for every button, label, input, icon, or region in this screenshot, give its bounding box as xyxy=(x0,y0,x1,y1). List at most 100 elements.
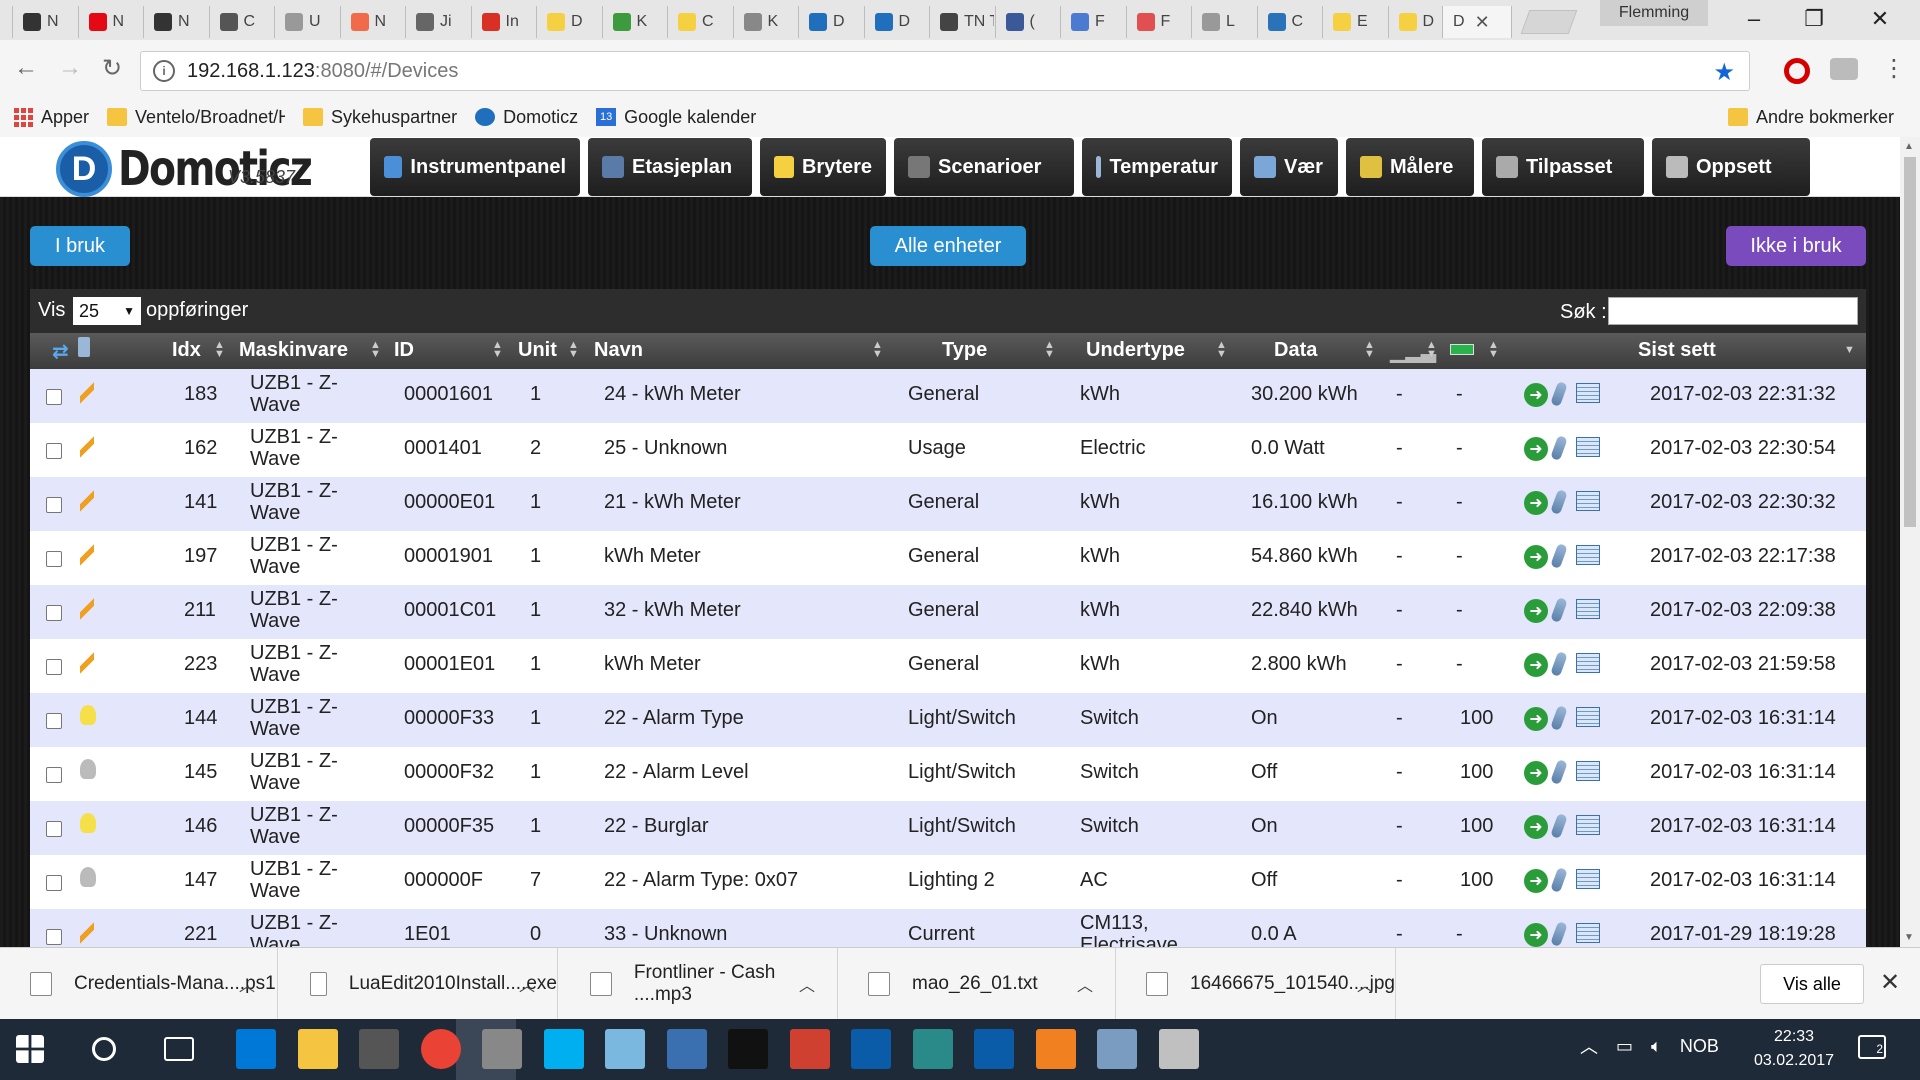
taskbar-app-icon[interactable] xyxy=(543,1029,584,1069)
col-unit[interactable]: Unit xyxy=(518,339,557,362)
bookmark-sykehuspartner[interactable]: Sykehuspartner xyxy=(303,107,457,128)
taskbar-app-icon[interactable] xyxy=(359,1029,399,1069)
browser-tab[interactable]: TN T xyxy=(929,6,994,38)
chevron-up-icon[interactable]: ︿ xyxy=(519,972,535,996)
show-all-downloads-button[interactable]: Vis alle xyxy=(1760,964,1864,1004)
row-checkbox[interactable] xyxy=(46,389,62,405)
edit-icon[interactable] xyxy=(1550,921,1568,947)
col-hardware[interactable]: Maskinvare xyxy=(239,339,348,362)
row-checkbox[interactable] xyxy=(46,875,62,891)
battery-icon[interactable] xyxy=(1450,344,1474,355)
page-scrollbar[interactable]: ▲ ▼ xyxy=(1900,137,1920,947)
opera-extension-icon[interactable] xyxy=(1784,58,1810,84)
nav-floorplan[interactable]: Etasjeplan xyxy=(588,138,752,196)
col-id[interactable]: ID xyxy=(394,339,414,362)
taskbar-app-icon[interactable] xyxy=(1035,1029,1076,1069)
search-icon[interactable] xyxy=(92,1037,116,1061)
edit-icon[interactable] xyxy=(1550,651,1568,677)
camera-extension-icon[interactable] xyxy=(1830,58,1858,80)
browser-tab[interactable]: N xyxy=(12,6,77,38)
download-item[interactable]: 16466675_101540....jpg ︿ xyxy=(1116,948,1396,1020)
log-icon[interactable] xyxy=(1576,815,1600,835)
browser-tab[interactable]: Ji xyxy=(405,6,470,38)
col-idx[interactable]: Idx xyxy=(172,339,201,362)
browser-tab[interactable]: K xyxy=(601,6,667,38)
browser-tab[interactable]: K xyxy=(732,6,798,38)
go-icon[interactable]: ➜ xyxy=(1524,491,1548,515)
browser-tab[interactable]: N xyxy=(77,6,143,38)
go-icon[interactable]: ➜ xyxy=(1524,383,1548,407)
close-window-icon[interactable]: ✕ xyxy=(1850,6,1910,32)
browser-tab[interactable]: C xyxy=(1256,6,1322,38)
log-icon[interactable] xyxy=(1576,869,1600,889)
nav-dashboard[interactable]: Instrumentpanel xyxy=(370,138,580,196)
col-type[interactable]: Type xyxy=(942,339,987,362)
browser-tab[interactable]: In xyxy=(470,6,536,38)
row-checkbox[interactable] xyxy=(46,929,62,945)
row-checkbox[interactable] xyxy=(46,497,62,513)
domoticz-logo[interactable]: D Domoticz xyxy=(56,141,354,197)
row-checkbox[interactable] xyxy=(46,821,62,837)
taskbar-app-icon[interactable] xyxy=(1097,1029,1137,1069)
bookmark-other[interactable]: Andre bokmerker xyxy=(1727,107,1894,128)
table-row[interactable]: 162 UZB1 - Z- Wave 0001401 2 25 - Unknown Usag… xyxy=(30,423,1866,477)
log-icon[interactable] xyxy=(1576,923,1600,943)
site-info-icon[interactable]: i xyxy=(153,60,175,82)
nav-thermometer[interactable]: Temperatur xyxy=(1082,138,1232,196)
taskbar-app-icon[interactable] xyxy=(236,1029,276,1069)
edit-icon[interactable] xyxy=(1550,813,1568,839)
chevron-up-icon[interactable]: ︿ xyxy=(239,972,255,996)
minimize-icon[interactable]: – xyxy=(1724,6,1784,32)
edit-icon[interactable] xyxy=(1550,543,1568,569)
bookmark-google-calendar[interactable]: 13 Google kalender xyxy=(596,107,756,128)
download-item[interactable]: LuaEdit2010Install....exe ︿ xyxy=(280,948,558,1020)
forward-icon[interactable]: → xyxy=(54,54,86,82)
edit-icon[interactable] xyxy=(1550,597,1568,623)
close-tab-icon[interactable]: ✕ xyxy=(1475,12,1490,33)
url-bar[interactable]: i 192.168.1.123:8080/#/Devices ★ xyxy=(140,51,1750,91)
log-icon[interactable] xyxy=(1576,491,1600,511)
tab-domoticz-active[interactable]: D ✕ xyxy=(1442,6,1512,38)
log-icon[interactable] xyxy=(1576,653,1600,673)
edit-icon[interactable] xyxy=(1550,705,1568,731)
notifications-icon[interactable]: 2 xyxy=(1858,1035,1886,1059)
go-icon[interactable]: ➜ xyxy=(1524,545,1548,569)
table-row[interactable]: 146 UZB1 - Z- Wave 00000F35 1 22 - Burglar Lig… xyxy=(30,801,1866,855)
row-checkbox[interactable] xyxy=(46,659,62,675)
volume-icon[interactable]: 🔈︎ xyxy=(1651,1036,1662,1057)
bookmark-domoticz[interactable]: Domoticz xyxy=(475,107,578,128)
nav-lightbulb[interactable]: Brytere xyxy=(760,138,886,196)
browser-tab[interactable]: ( xyxy=(994,6,1060,38)
taskbar-app-icon[interactable] xyxy=(912,1029,953,1069)
taskbar-app-icon[interactable] xyxy=(482,1029,522,1069)
scroll-down-icon[interactable]: ▼ xyxy=(1904,932,1914,943)
col-data[interactable]: Data xyxy=(1274,339,1317,362)
new-tab-button[interactable] xyxy=(1520,10,1578,34)
table-row[interactable]: 211 UZB1 - Z- Wave 00001C01 1 32 - kWh Meter G… xyxy=(30,585,1866,639)
chevron-up-icon[interactable]: ︿ xyxy=(1357,972,1373,996)
browser-tab[interactable]: U xyxy=(274,6,339,38)
browser-tab[interactable]: L xyxy=(1191,6,1256,38)
table-row[interactable]: 144 UZB1 - Z- Wave 00000F33 1 22 - Alarm Type… xyxy=(30,693,1866,747)
edit-icon[interactable] xyxy=(1550,381,1568,407)
row-checkbox[interactable] xyxy=(46,767,62,783)
filter-not-in-use-button[interactable]: Ikke i bruk xyxy=(1726,226,1866,266)
table-row[interactable]: 145 UZB1 - Z- Wave 00000F32 1 22 - Alarm Leve… xyxy=(30,747,1866,801)
download-item[interactable]: Credentials-Mana....ps1 ︿ xyxy=(0,948,278,1020)
browser-tab[interactable]: N xyxy=(339,6,405,38)
log-icon[interactable] xyxy=(1576,599,1600,619)
log-icon[interactable] xyxy=(1576,707,1600,727)
scroll-thumb[interactable] xyxy=(1904,157,1916,527)
log-icon[interactable] xyxy=(1576,545,1600,565)
network-icon[interactable]: ▭ xyxy=(1616,1036,1633,1057)
chevron-up-icon[interactable]: ︿ xyxy=(1077,972,1093,996)
log-icon[interactable] xyxy=(1576,383,1600,403)
restore-icon[interactable]: ❐ xyxy=(1784,6,1844,32)
taskbar-app-icon[interactable] xyxy=(297,1029,338,1069)
taskbar-app-icon[interactable] xyxy=(851,1029,891,1069)
taskbar-app-icon[interactable] xyxy=(605,1029,645,1069)
go-icon[interactable]: ➜ xyxy=(1524,923,1548,947)
nav-utility[interactable]: Målere xyxy=(1346,138,1474,196)
clock[interactable]: 22:33 03.02.2017 xyxy=(1754,1025,1834,1073)
nav-scenes[interactable]: Scenarioer xyxy=(894,138,1074,196)
